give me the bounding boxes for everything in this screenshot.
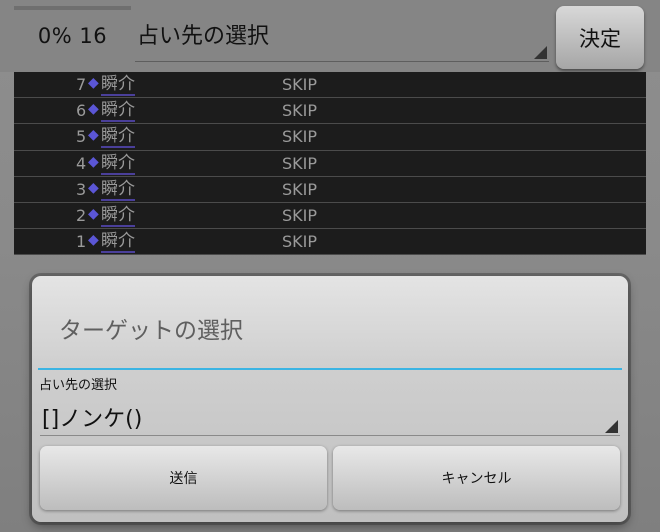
log-row: 7 ◆ 瞬介 SKIP (14, 72, 646, 99)
log-row: 5 ◆ 瞬介 SKIP (14, 124, 646, 151)
log-row-number: 3 (76, 179, 87, 199)
dropdown-triangle-icon (605, 420, 618, 433)
diamond-icon: ◆ (88, 101, 99, 118)
progress-indicator: 0% 16 (14, 6, 131, 62)
log-row: 4 ◆ 瞬介 SKIP (14, 150, 646, 177)
fortune-target-select-value: 占い先の選択 (137, 24, 270, 49)
log-row-number: 5 (76, 127, 87, 147)
diamond-icon: ◆ (88, 179, 99, 196)
dialog-divider (38, 368, 622, 370)
log-row-player-name: 瞬介 (101, 204, 135, 227)
log-row-player-name: 瞬介 (101, 231, 135, 254)
diamond-icon: ◆ (88, 153, 99, 170)
log-row-action: SKIP (282, 232, 318, 252)
dialog-select-label: 占い先の選択 (39, 378, 118, 393)
action-log-list: 7 ◆ 瞬介 SKIP 6 ◆ 瞬介 SKIP 5 ◆ 瞬介 SKIP 4 ◆ 瞬介 SKIP 3 ◆ 瞬介 SKIP… (14, 72, 646, 256)
log-row-action: SKIP (282, 205, 318, 225)
decide-button[interactable]: 決定 (556, 6, 644, 69)
log-row: 1 ◆ 瞬介 SKIP (14, 229, 646, 256)
target-select[interactable]: []ノンケ() (40, 394, 620, 436)
fortune-target-select[interactable]: 占い先の選択 (135, 10, 549, 62)
diamond-icon: ◆ (88, 127, 99, 144)
dialog-title: ターゲットの選択 (59, 318, 243, 344)
log-row-action: SKIP (282, 101, 318, 121)
log-row-player-name: 瞬介 (101, 100, 135, 123)
dropdown-triangle-icon (534, 46, 547, 59)
log-row-action: SKIP (282, 127, 318, 147)
log-row-player-name: 瞬介 (101, 126, 135, 149)
log-row: 6 ◆ 瞬介 SKIP (14, 98, 646, 125)
log-row-player-name: 瞬介 (101, 178, 135, 201)
target-select-dialog: ターゲットの選択 占い先の選択 []ノンケ() 送信 キャンセル (32, 276, 628, 522)
diamond-icon: ◆ (88, 205, 99, 222)
cancel-button[interactable]: キャンセル (333, 446, 620, 510)
diamond-icon: ◆ (88, 232, 99, 249)
log-row-action: SKIP (282, 153, 318, 173)
log-row-number: 1 (76, 232, 87, 252)
log-row-number: 4 (76, 153, 87, 173)
log-row-number: 6 (76, 101, 87, 121)
log-row-action: SKIP (282, 179, 318, 199)
diamond-icon: ◆ (88, 75, 99, 91)
target-select-value: []ノンケ() (42, 407, 143, 432)
top-bar: 0% 16 占い先の選択 決定 (0, 0, 660, 72)
log-row: 3 ◆ 瞬介 SKIP (14, 176, 646, 203)
log-row: 2 ◆ 瞬介 SKIP (14, 202, 646, 230)
log-row-player-name: 瞬介 (101, 74, 135, 96)
log-row-number: 2 (76, 205, 87, 225)
progress-text: 0% 16 (37, 24, 108, 48)
log-row-player-name: 瞬介 (101, 152, 135, 175)
log-row-action: SKIP (282, 75, 318, 94)
progress-track (14, 6, 131, 10)
log-row-number: 7 (76, 75, 87, 94)
send-button[interactable]: 送信 (40, 446, 327, 510)
